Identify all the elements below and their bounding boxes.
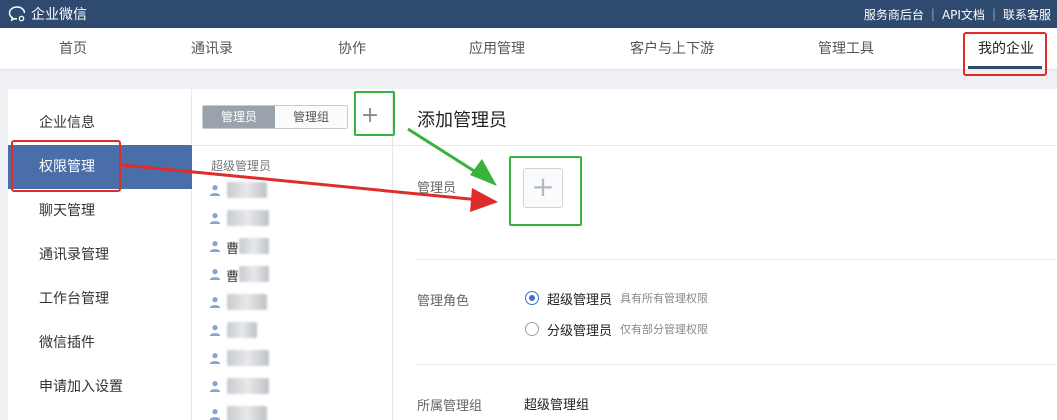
user-icon: [209, 325, 221, 336]
list-item[interactable]: [209, 404, 279, 420]
sidebar-item-wechat-plugin[interactable]: 微信插件: [8, 321, 192, 365]
role-option-super-admin[interactable]: 超级管理员 具有所有管理权限: [525, 289, 709, 308]
divider: [192, 145, 392, 146]
add-admin-button[interactable]: +: [523, 168, 563, 208]
list-item[interactable]: 曹: [209, 264, 279, 285]
list-item[interactable]: [209, 292, 279, 312]
nav-app-management[interactable]: 应用管理: [452, 28, 542, 70]
sidebar-item-chat-management[interactable]: 聊天管理: [8, 189, 192, 233]
blurred-name: [227, 210, 269, 226]
sub-admin-radio[interactable]: [525, 322, 539, 336]
nav-management-tools[interactable]: 管理工具: [801, 28, 891, 70]
blurred-name: [227, 182, 267, 198]
blurred-name: [239, 238, 269, 254]
blurred-name: [239, 266, 269, 282]
active-tab-indicator: [968, 66, 1042, 69]
admin-field-label: 管理员: [417, 181, 457, 196]
list-item[interactable]: [209, 348, 279, 368]
user-icon: [209, 409, 221, 420]
group-field-label: 所属管理组: [417, 399, 483, 414]
admin-list-panel: 管理员 管理组 + 超级管理员 曹 曹: [192, 89, 393, 420]
blurred-name: [227, 322, 257, 338]
admin-tab-switch: 管理员 管理组: [202, 105, 348, 129]
nav-customers-partners[interactable]: 客户与上下游: [617, 28, 727, 70]
user-icon: [209, 353, 221, 364]
list-item[interactable]: [209, 180, 279, 200]
user-icon: [209, 297, 221, 308]
divider: |: [991, 7, 996, 21]
admin-group-value: 超级管理组: [524, 398, 590, 413]
page-title: 添加管理员: [417, 110, 507, 131]
user-icon: [209, 213, 221, 224]
sidebar-item-join-settings[interactable]: 申请加入设置: [8, 365, 192, 409]
api-docs-link[interactable]: API文档: [942, 6, 985, 23]
divider: [417, 364, 1057, 365]
sidebar-item-workbench-management[interactable]: 工作台管理: [8, 277, 192, 321]
user-icon: [209, 269, 221, 280]
blurred-name: [227, 294, 267, 310]
role-description: 仅有部分管理权限: [620, 323, 709, 336]
list-item[interactable]: [209, 320, 279, 340]
nav-contacts[interactable]: 通讯录: [172, 28, 252, 70]
tab-admins[interactable]: 管理员: [203, 106, 275, 128]
divider: |: [930, 7, 935, 21]
member-name-char: 曹: [226, 270, 240, 285]
top-links: 服务商后台 | API文档 | 联系客服: [864, 0, 1051, 28]
top-bar: 企业微信 服务商后台 | API文档 | 联系客服: [0, 0, 1057, 28]
role-option-sub-admin[interactable]: 分级管理员 仅有部分管理权限: [525, 320, 709, 339]
nav-my-company[interactable]: 我的企业: [964, 28, 1048, 70]
wecom-logo-icon: [8, 6, 26, 22]
super-admin-radio[interactable]: [525, 291, 539, 305]
list-item[interactable]: [209, 376, 279, 396]
role-field-label: 管理角色: [417, 294, 470, 309]
role-name: 分级管理员: [547, 323, 613, 339]
blurred-name: [227, 378, 269, 394]
sidebar-item-company-info[interactable]: 企业信息: [8, 101, 192, 145]
blurred-name: [227, 350, 269, 366]
member-name-char: 曹: [226, 242, 240, 257]
divider: [393, 145, 1057, 146]
list-item[interactable]: [209, 208, 279, 228]
add-admin-form: 添加管理员 管理员 + 管理角色 超级管理员 具有所有管理权限 分级管理员 仅有…: [393, 89, 1057, 420]
logo-text: 企业微信: [31, 7, 87, 23]
nav-collaboration[interactable]: 协作: [312, 28, 392, 70]
blurred-name: [227, 406, 267, 420]
contact-support-link[interactable]: 联系客服: [1003, 6, 1051, 23]
super-admin-section-label: 超级管理员: [211, 159, 272, 173]
tab-admin-groups[interactable]: 管理组: [275, 106, 347, 128]
nav-home[interactable]: 首页: [33, 28, 113, 70]
main-nav: 首页 通讯录 协作 应用管理 客户与上下游 管理工具 我的企业: [0, 28, 1057, 70]
logo[interactable]: 企业微信: [8, 4, 87, 24]
user-icon: [209, 381, 221, 392]
role-name: 超级管理员: [547, 292, 613, 308]
sidebar: 企业信息 权限管理 聊天管理 通讯录管理 工作台管理 微信插件 申请加入设置: [8, 89, 192, 420]
sidebar-item-permissions[interactable]: 权限管理: [8, 145, 192, 189]
sidebar-item-contacts-management[interactable]: 通讯录管理: [8, 233, 192, 277]
user-icon: [209, 241, 221, 252]
role-description: 具有所有管理权限: [620, 292, 709, 305]
service-console-link[interactable]: 服务商后台: [864, 6, 924, 23]
list-item[interactable]: 曹: [209, 236, 279, 257]
add-admin-group-button[interactable]: +: [358, 105, 382, 129]
divider: [417, 259, 1057, 260]
user-icon: [209, 185, 221, 196]
